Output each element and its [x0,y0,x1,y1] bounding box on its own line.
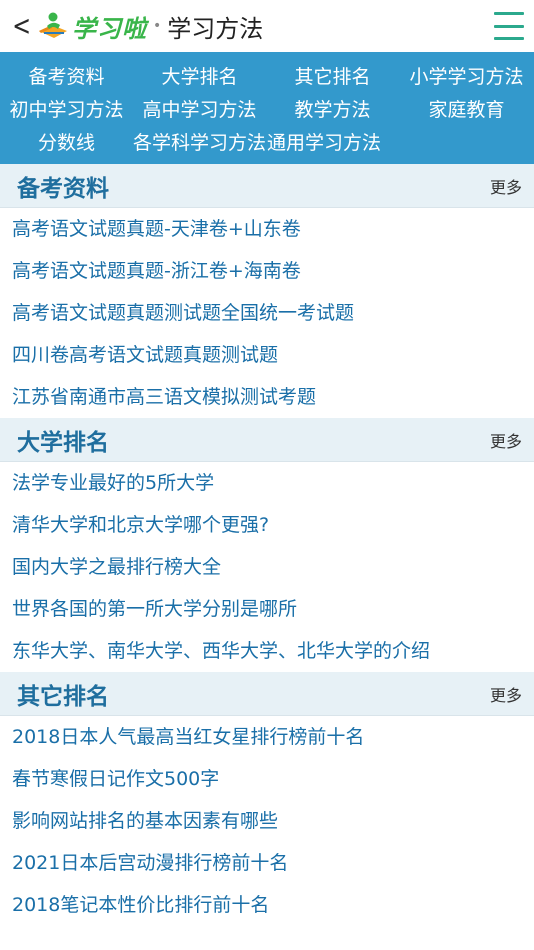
nav-item-jiaoxue[interactable]: 教学方法 [266,95,399,122]
nav-item-qita-paiming[interactable]: 其它排名 [266,62,399,89]
more-link[interactable]: 更多 [490,174,522,198]
nav-item-beikao[interactable]: 备考资料 [0,62,133,89]
nav-item-fenshuxian[interactable]: 分数线 [0,128,133,155]
section-title: 备考资料 [17,175,109,202]
section-daxue: 大学排名 更多 法学专业最好的5所大学 清华大学和北京大学哪个更强? 国内大学之… [0,418,534,672]
back-icon[interactable]: < [12,0,31,52]
list-item[interactable]: 高考语文试题真题-天津卷+山东卷 [0,208,534,250]
logo-text: 学习啦 [72,14,147,43]
category-nav: 备考资料 大学排名 其它排名 小学学习方法 初中学习方法 高中学习方法 教学方法… [0,52,534,164]
section-qita: 其它排名 更多 2018日本人气最高当红女星排行榜前十名 春节寒假日记作文500… [0,672,534,926]
list-item[interactable]: 2021日本后宫动漫排行榜前十名 [0,842,534,884]
list-item[interactable]: 法学专业最好的5所大学 [0,462,534,504]
section-header: 其它排名 更多 [0,672,534,716]
article-list: 高考语文试题真题-天津卷+山东卷 高考语文试题真题-浙江卷+海南卷 高考语文试题… [0,208,534,418]
list-item[interactable]: 东华大学、南华大学、西华大学、北华大学的介绍 [0,630,534,672]
section-title: 其它排名 [17,683,109,710]
nav-item-chuzhong[interactable]: 初中学习方法 [0,95,133,122]
nav-item-gexueke[interactable]: 各学科学习方法 [133,128,267,155]
section-title: 大学排名 [17,429,109,456]
list-item[interactable]: 高考语文试题真题-浙江卷+海南卷 [0,250,534,292]
list-item[interactable]: 江苏省南通市高三语文模拟测试考题 [0,376,534,418]
nav-item-gaozhong[interactable]: 高中学习方法 [133,95,266,122]
nav-item-daxue-paiming[interactable]: 大学排名 [133,62,266,89]
nav-row: 初中学习方法 高中学习方法 教学方法 家庭教育 [0,92,534,125]
header: < 学习啦 • 学习方法 [0,0,534,52]
nav-row: 分数线 各学科学习方法 通用学习方法 [0,125,534,158]
more-link[interactable]: 更多 [490,682,522,706]
nav-row: 备考资料 大学排名 其它排名 小学学习方法 [0,59,534,92]
nav-item-xiaoxue[interactable]: 小学学习方法 [399,62,534,89]
nav-item-tongyong[interactable]: 通用学习方法 [267,128,397,155]
section-beikao: 备考资料 更多 高考语文试题真题-天津卷+山东卷 高考语文试题真题-浙江卷+海南… [0,164,534,418]
section-header: 大学排名 更多 [0,418,534,462]
nav-item-jiating[interactable]: 家庭教育 [399,95,534,122]
list-item[interactable]: 高考语文试题真题测试题全国统一考试题 [0,292,534,334]
reading-figure-icon [36,11,70,41]
article-list: 2018日本人气最高当红女星排行榜前十名 春节寒假日记作文500字 影响网站排名… [0,716,534,926]
more-link[interactable]: 更多 [490,428,522,452]
list-item[interactable]: 影响网站排名的基本因素有哪些 [0,800,534,842]
list-item[interactable]: 国内大学之最排行榜大全 [0,546,534,588]
list-item[interactable]: 春节寒假日记作文500字 [0,758,534,800]
section-header: 备考资料 更多 [0,164,534,208]
list-item[interactable]: 2018日本人气最高当红女星排行榜前十名 [0,716,534,758]
hamburger-icon[interactable] [494,12,524,40]
list-item[interactable]: 清华大学和北京大学哪个更强? [0,504,534,546]
page-title: 学习方法 [167,14,264,43]
article-list: 法学专业最好的5所大学 清华大学和北京大学哪个更强? 国内大学之最排行榜大全 世… [0,462,534,672]
list-item[interactable]: 四川卷高考语文试题真题测试题 [0,334,534,376]
list-item[interactable]: 世界各国的第一所大学分别是哪所 [0,588,534,630]
site-logo[interactable]: 学习啦 [36,9,147,44]
list-item[interactable]: 2018笔记本性价比排行前十名 [0,884,534,926]
title-separator: • [153,18,162,34]
